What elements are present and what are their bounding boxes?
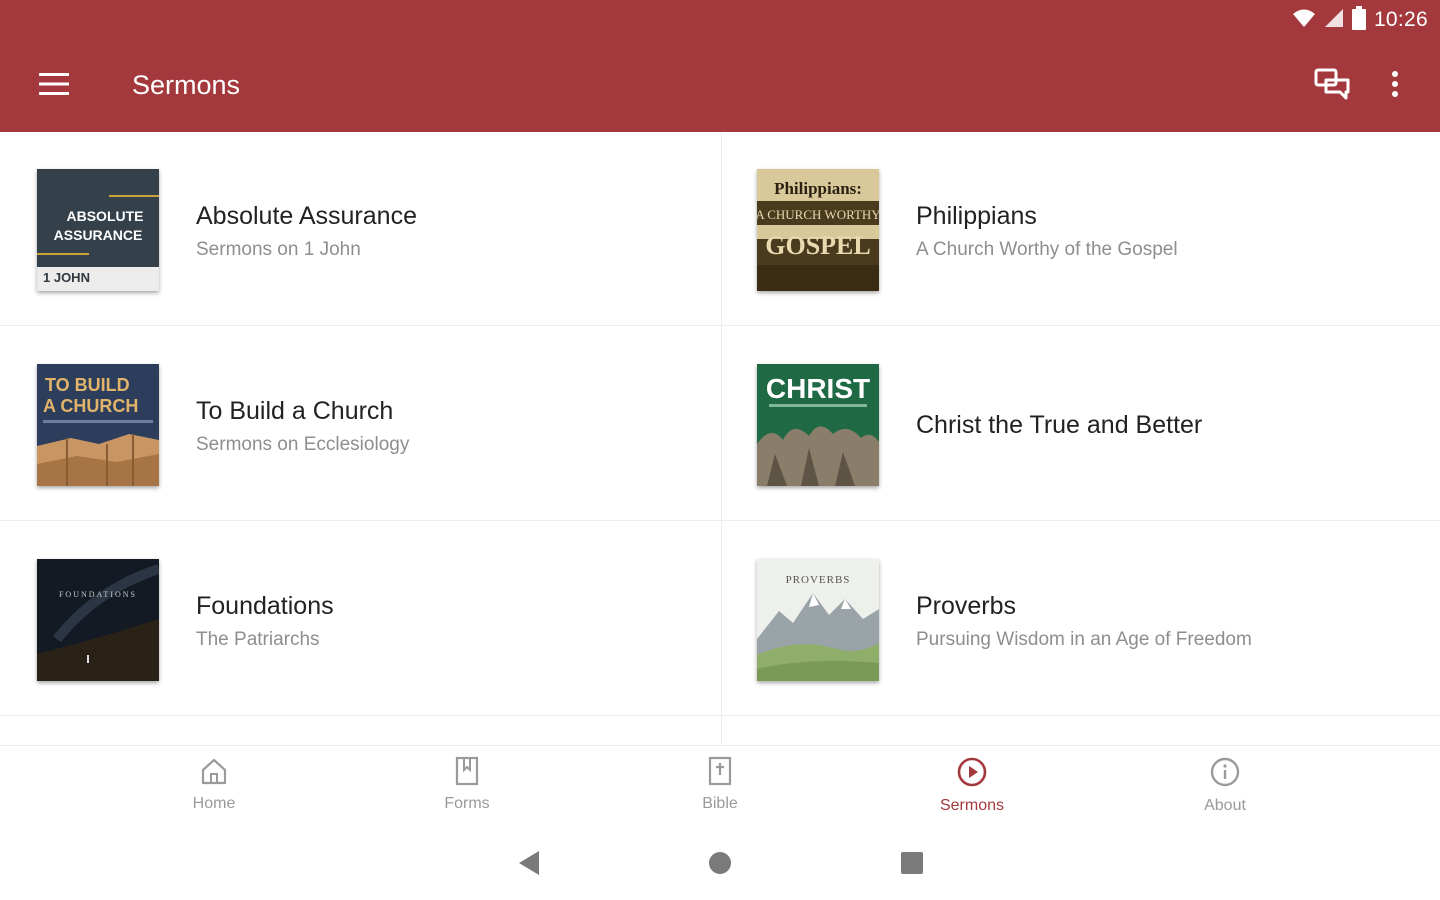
series-title: To Build a Church [196,397,394,425]
nav-home[interactable]: Home [154,756,274,826]
nav-about[interactable]: About [1165,756,1285,826]
nav-label: About [1204,797,1246,814]
series-item-foundations[interactable]: FOUNDATIONS Foundations The Patriarchs [0,522,720,716]
series-subtitle: A Church Worthy of the Gospel [916,239,1178,260]
cover-text: PROVERBS [786,574,851,586]
more-vert-icon [1391,70,1399,103]
system-home-button[interactable] [705,850,735,880]
series-title: Foundations [196,592,334,620]
cover-text: ASSURANCE [54,227,143,243]
sermon-series-grid: ABSOLUTE ASSURANCE 1 JOHN Absolute Assur… [0,132,1440,744]
series-subtitle: Sermons on 1 John [196,239,361,260]
back-triangle-icon [517,850,541,881]
series-item-christ-the-true-and-better[interactable]: CHRIST Christ the True and Better [720,327,1440,521]
battery-icon [1351,5,1366,35]
status-bar: 10:26 [1292,5,1428,35]
nav-label: Home [192,795,236,812]
series-cover-foundations: FOUNDATIONS [37,559,159,681]
cover-text: GOSPEL [765,231,870,260]
nav-sermons[interactable]: Sermons [912,756,1032,826]
system-navigation-bar [0,828,1440,900]
cover-text: CHRIST [766,373,870,404]
nav-bible[interactable]: Bible [660,756,780,826]
chat-button[interactable] [1310,64,1354,108]
cover-text: ABSOLUTE [67,208,144,224]
nav-label: Forms [444,795,490,812]
play-circle-icon [956,756,988,793]
series-subtitle: Pursuing Wisdom in an Age of Freedom [916,629,1252,650]
series-item-to-build-a-church[interactable]: TO BUILD A CHURCH To Build a Church Serm… [0,327,720,521]
recents-square-icon [900,851,924,880]
series-item-philippians[interactable]: Philippians: A CHURCH WORTHY GOSPEL Phil… [720,132,1440,326]
cover-text: 1 JOHN [43,270,90,285]
wifi-icon [1292,8,1316,33]
series-cover-absolute-assurance: ABSOLUTE ASSURANCE 1 JOHN [37,169,159,291]
column-divider [721,132,722,744]
system-recents-button[interactable] [897,850,927,880]
series-item-proverbs[interactable]: PROVERBS Proverbs Pursuing Wisdom in an … [720,522,1440,716]
series-cover-philippians: Philippians: A CHURCH WORTHY GOSPEL [757,169,879,291]
home-icon [199,756,229,791]
cover-text: A CHURCH WORTHY [757,207,879,222]
cover-text: Philippians: [774,179,862,198]
app-bar: 10:26 Sermons [0,0,1440,132]
chat-icon [1314,68,1350,105]
series-title: Absolute Assurance [196,202,417,230]
series-subtitle: The Patriarchs [196,629,320,650]
series-title: Philippians [916,202,1037,230]
series-cover-christ: CHRIST [757,364,879,486]
nav-label: Sermons [939,797,1005,814]
page-title: Sermons [132,70,241,100]
system-back-button[interactable] [514,850,544,880]
series-cover-proverbs: PROVERBS [757,559,879,681]
nav-forms[interactable]: Forms [407,756,527,826]
info-icon [1209,756,1241,793]
series-item-absolute-assurance[interactable]: ABSOLUTE ASSURANCE 1 JOHN Absolute Assur… [0,132,720,326]
cover-text: TO BUILD [45,375,130,395]
series-title: Christ the True and Better [916,411,1203,439]
series-title: Proverbs [916,592,1017,620]
hamburger-icon [39,72,69,100]
series-subtitle: Sermons on Ecclesiology [196,434,410,455]
series-cover-to-build-a-church: TO BUILD A CHURCH [37,364,159,486]
nav-label: Bible [702,795,738,812]
bible-icon [705,756,735,791]
home-circle-icon [707,850,733,881]
book-icon [452,756,482,791]
more-options-button[interactable] [1380,64,1410,108]
menu-button[interactable] [34,66,74,106]
status-time: 10:26 [1373,8,1428,31]
cover-text: A CHURCH [43,396,138,416]
cover-text: FOUNDATIONS [59,590,137,599]
bottom-navigation: Home Forms Bible Sermons About [0,745,1440,828]
signal-icon [1324,8,1344,33]
